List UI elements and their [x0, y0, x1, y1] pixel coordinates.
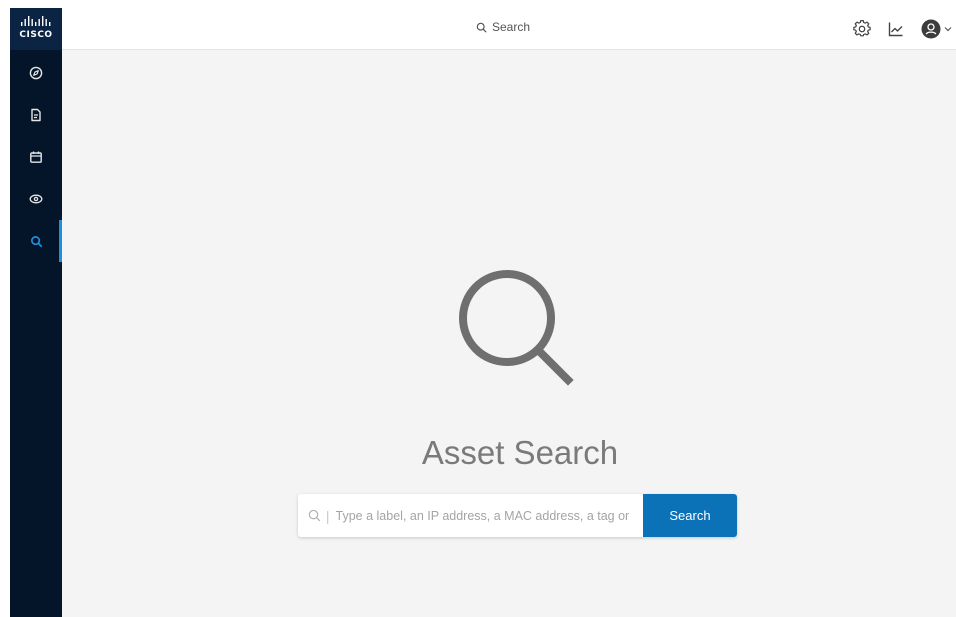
search-icon — [476, 22, 487, 32]
top-bar: Search — [62, 8, 956, 50]
top-bar-actions — [848, 8, 956, 50]
sidebar-item-search[interactable] — [10, 220, 62, 262]
asset-search-field[interactable]: | — [298, 494, 643, 537]
asset-search-input[interactable] — [335, 508, 643, 523]
calendar-icon — [30, 151, 42, 163]
asset-search-form: | Search — [298, 494, 737, 537]
search-button[interactable]: Search — [643, 494, 737, 537]
settings-button[interactable] — [848, 20, 876, 38]
gear-icon — [853, 20, 871, 37]
chart-line-icon — [888, 22, 903, 37]
app-window: CISCO Search Asset Search | Type a label… — [10, 8, 956, 617]
search-field-divider: | — [325, 507, 330, 524]
compass-icon — [29, 66, 43, 80]
eye-icon — [29, 194, 43, 204]
document-icon — [31, 108, 41, 122]
chevron-down-icon — [944, 27, 951, 32]
sidebar-item-events[interactable] — [10, 136, 62, 178]
user-menu-button[interactable] — [918, 19, 954, 39]
sidebar-item-reports[interactable] — [10, 94, 62, 136]
page-title: Asset Search — [421, 434, 619, 471]
global-search[interactable]: Search — [476, 20, 530, 34]
analytics-button[interactable] — [882, 21, 910, 37]
asset-search-illustration-icon — [459, 270, 574, 386]
cisco-bars-icon — [21, 16, 51, 26]
sidebar-item-monitor[interactable] — [10, 178, 62, 220]
sidebar: CISCO — [10, 8, 62, 617]
sidebar-item-explore[interactable] — [10, 52, 62, 94]
cisco-logo[interactable]: CISCO — [10, 8, 62, 50]
user-avatar-icon — [921, 19, 940, 39]
search-icon — [30, 235, 42, 247]
global-search-label: Search — [492, 20, 531, 34]
logo-text: CISCO — [19, 30, 53, 40]
search-icon — [308, 509, 321, 522]
